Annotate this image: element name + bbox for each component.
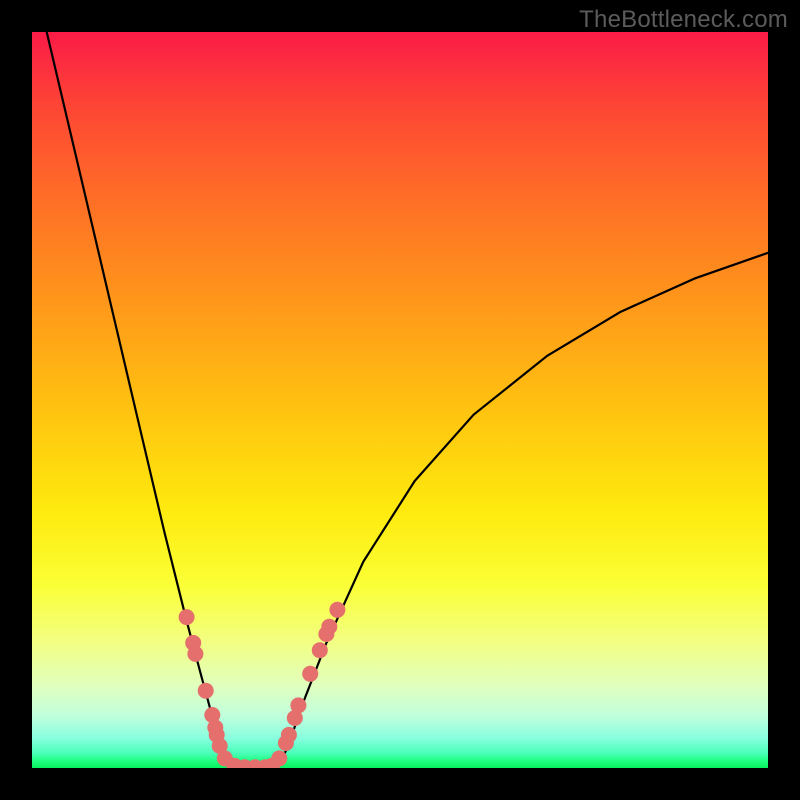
scatter-points bbox=[179, 602, 346, 768]
scatter-point bbox=[302, 666, 318, 682]
scatter-point bbox=[312, 642, 328, 658]
scatter-point bbox=[329, 602, 345, 618]
scatter-point bbox=[271, 750, 287, 766]
chart-svg bbox=[32, 32, 768, 768]
scatter-point bbox=[198, 683, 214, 699]
chart-frame: TheBottleneck.com bbox=[0, 0, 800, 800]
scatter-point bbox=[290, 697, 306, 713]
bottleneck-curve bbox=[47, 32, 768, 768]
scatter-point bbox=[281, 727, 297, 743]
scatter-point bbox=[321, 619, 337, 635]
scatter-point bbox=[187, 646, 203, 662]
watermark-text: TheBottleneck.com bbox=[579, 6, 788, 34]
plot-area bbox=[32, 32, 768, 768]
scatter-point bbox=[179, 609, 195, 625]
